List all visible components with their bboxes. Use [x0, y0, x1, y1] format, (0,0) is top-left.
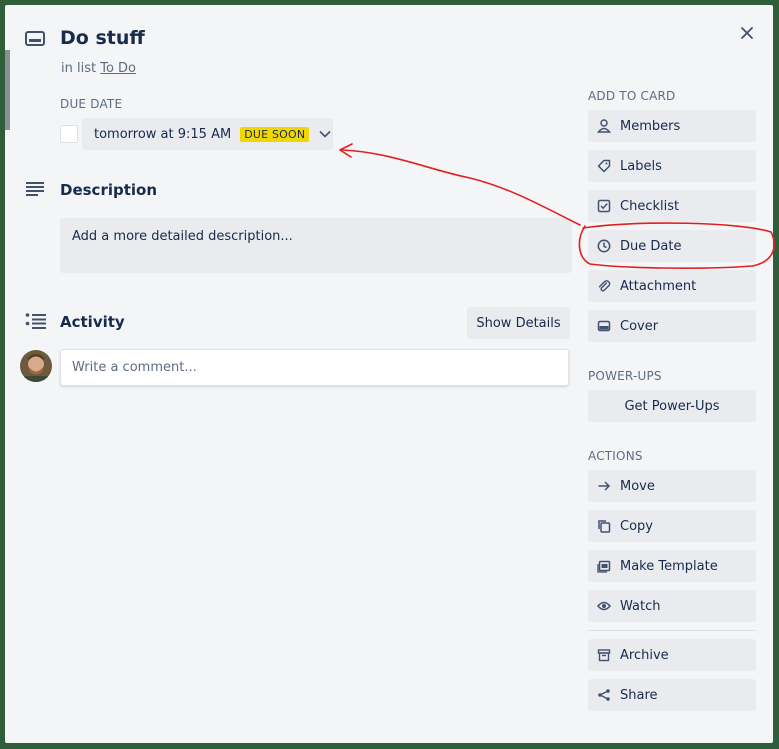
due-complete-checkbox[interactable]	[60, 125, 78, 143]
background-strip	[5, 50, 10, 130]
due-date-label: DUE DATE	[60, 97, 123, 111]
members-button[interactable]: Members	[588, 110, 756, 142]
activity-title: Activity	[60, 313, 125, 331]
actions-divider	[588, 630, 756, 631]
due-soon-badge: DUE SOON	[240, 126, 310, 142]
arrow-right-icon	[597, 479, 611, 493]
description-editor[interactable]: Add a more detailed description...	[60, 218, 572, 273]
comment-input[interactable]	[60, 349, 569, 386]
cover-button[interactable]: Cover	[588, 310, 756, 342]
close-button[interactable]	[732, 18, 762, 48]
cover-label: Cover	[620, 318, 659, 334]
share-label: Share	[620, 687, 658, 703]
share-button[interactable]: Share	[588, 679, 756, 711]
labels-button[interactable]: Labels	[588, 150, 756, 182]
labels-label: Labels	[620, 158, 662, 174]
avatar[interactable]	[20, 350, 52, 382]
activity-icon	[25, 313, 47, 333]
power-ups-heading: POWER-UPS	[588, 369, 662, 383]
person-icon	[597, 119, 611, 133]
close-icon	[741, 27, 753, 39]
eye-icon	[597, 599, 611, 613]
watch-label: Watch	[620, 598, 661, 614]
copy-label: Copy	[620, 518, 653, 534]
get-power-ups-button[interactable]: Get Power-Ups	[588, 390, 756, 422]
move-button[interactable]: Move	[588, 470, 756, 502]
show-details-button[interactable]: Show Details	[467, 307, 570, 339]
checklist-label: Checklist	[620, 198, 680, 214]
checklist-button[interactable]: Checklist	[588, 190, 756, 222]
checkbox-icon	[597, 199, 611, 213]
make-template-label: Make Template	[620, 558, 718, 574]
archive-icon	[597, 648, 611, 662]
due-date-value: tomorrow at 9:15 AM	[94, 126, 232, 142]
attachment-button[interactable]: Attachment	[588, 270, 756, 302]
template-icon	[597, 559, 611, 573]
add-to-card-heading: ADD TO CARD	[588, 89, 676, 103]
card-icon	[25, 31, 45, 51]
move-label: Move	[620, 478, 655, 494]
list-prefix: in list	[61, 61, 97, 76]
due-date-sidebar-label: Due Date	[620, 238, 682, 254]
watch-button[interactable]: Watch	[588, 590, 756, 622]
copy-icon	[597, 519, 611, 533]
make-template-button[interactable]: Make Template	[588, 550, 756, 582]
chevron-down-icon	[319, 130, 331, 138]
card-title[interactable]: Do stuff	[60, 27, 145, 49]
card-detail-modal: Do stuff in list To Do DUE DATE tomorrow…	[5, 5, 773, 743]
list-subtitle: in list To Do	[61, 61, 136, 76]
archive-label: Archive	[620, 647, 669, 663]
members-label: Members	[620, 118, 681, 134]
cover-icon	[597, 319, 611, 333]
archive-button[interactable]: Archive	[588, 639, 756, 671]
copy-button[interactable]: Copy	[588, 510, 756, 542]
description-title: Description	[60, 181, 158, 199]
due-date-button[interactable]: tomorrow at 9:15 AM DUE SOON	[82, 118, 333, 150]
tag-icon	[597, 159, 611, 173]
due-date-sidebar-button[interactable]: Due Date	[588, 230, 756, 262]
attachment-label: Attachment	[620, 278, 697, 294]
share-icon	[597, 688, 611, 702]
description-icon	[25, 181, 45, 201]
clock-icon	[597, 239, 611, 253]
list-link[interactable]: To Do	[100, 61, 136, 76]
actions-heading: ACTIONS	[588, 449, 643, 463]
paperclip-icon	[597, 279, 611, 293]
